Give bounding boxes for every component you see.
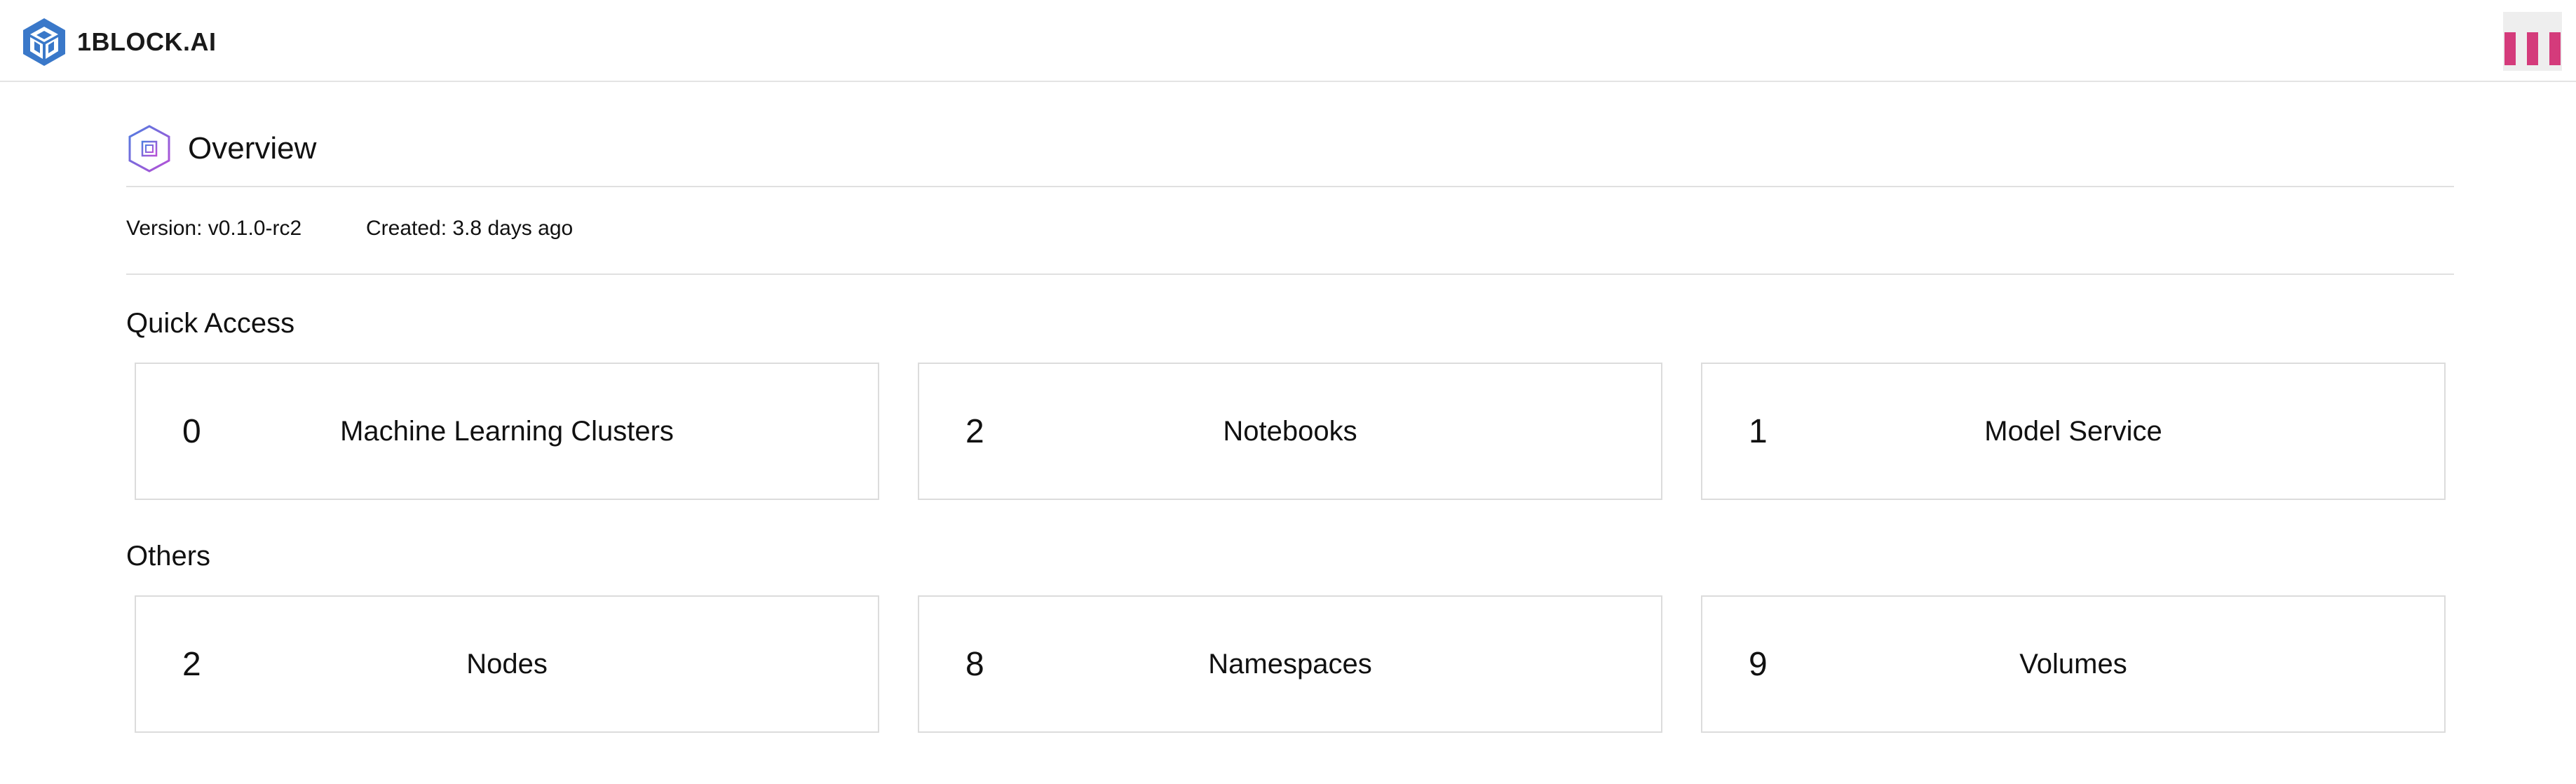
card-label: Nodes bbox=[466, 648, 548, 680]
cube-logo-icon bbox=[23, 18, 65, 66]
card-count: 8 bbox=[965, 645, 984, 683]
created-text: Created: 3.8 days ago bbox=[366, 217, 574, 240]
card-namespaces[interactable]: Namespaces 8 bbox=[918, 595, 1662, 733]
meta-info: Version: v0.1.0-rc2 Created: 3.8 days ag… bbox=[126, 187, 2454, 275]
card-label: Namespaces bbox=[1208, 648, 1372, 680]
card-count: 9 bbox=[1749, 645, 1768, 683]
card-label: Model Service bbox=[1984, 415, 2162, 447]
quick-access-title: Quick Access bbox=[126, 308, 295, 339]
brand-name: 1BLOCK.AI bbox=[77, 27, 217, 56]
card-label: Machine Learning Clusters bbox=[340, 415, 674, 447]
card-count: 1 bbox=[1749, 412, 1768, 450]
top-bar: 1BLOCK.AI bbox=[0, 0, 2576, 82]
bars-menu-icon bbox=[2504, 32, 2516, 65]
card-model-service[interactable]: Model Service 1 bbox=[1701, 363, 2446, 500]
menu-bar-middle bbox=[2527, 32, 2538, 65]
card-volumes[interactable]: Volumes 9 bbox=[1701, 595, 2446, 733]
card-label: Volumes bbox=[2019, 648, 2127, 680]
card-label: Notebooks bbox=[1223, 415, 1357, 447]
card-nodes[interactable]: Nodes 2 bbox=[135, 595, 879, 733]
card-count: 2 bbox=[965, 412, 984, 450]
page-title: Overview bbox=[188, 131, 317, 165]
menu-bar-right bbox=[2549, 32, 2561, 65]
chip-hexagon-icon bbox=[128, 125, 170, 173]
card-count: 2 bbox=[182, 645, 201, 683]
card-machine-learning-clusters[interactable]: Machine Learning Clusters 0 bbox=[135, 363, 879, 500]
menu-button[interactable] bbox=[2503, 12, 2562, 71]
others-title: Others bbox=[126, 541, 211, 572]
overview-header: Overview bbox=[126, 124, 2454, 187]
card-notebooks[interactable]: Notebooks 2 bbox=[918, 363, 1662, 500]
version-text: Version: v0.1.0-rc2 bbox=[126, 217, 302, 240]
card-count: 0 bbox=[182, 412, 201, 450]
brand-home-link[interactable]: 1BLOCK.AI bbox=[21, 17, 217, 67]
